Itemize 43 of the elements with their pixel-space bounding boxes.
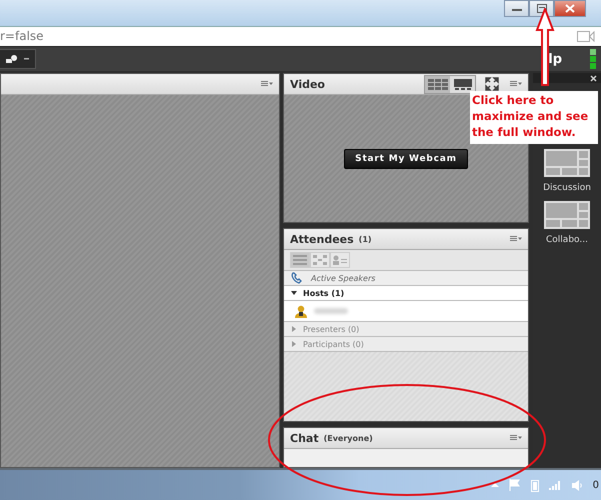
toolbar-button[interactable] [0, 49, 36, 70]
host-user-icon [294, 304, 308, 318]
attendee-count: (1) [358, 234, 372, 244]
address-text: r=false [0, 29, 45, 44]
show-hidden-icons-icon[interactable] [490, 482, 499, 488]
pod-title: Chat [290, 432, 319, 445]
pod-menu-icon[interactable] [261, 81, 273, 88]
layout-label[interactable]: Discussion [543, 183, 591, 194]
chat-scope: (Everyone) [324, 434, 373, 443]
pod-menu-icon[interactable] [510, 435, 522, 442]
start-webcam-button[interactable]: Start My Webcam [344, 148, 468, 169]
pod-menu-icon[interactable] [510, 236, 522, 242]
annotation-callout: Click here to maximize and see the full window. [470, 91, 598, 144]
group-label: Hosts (1) [303, 288, 344, 298]
collaboration-layout-thumbnail[interactable] [544, 201, 590, 230]
list-view-button[interactable] [290, 252, 310, 268]
close-icon[interactable] [590, 74, 597, 82]
single-view-button[interactable] [450, 76, 475, 93]
pod-menu-icon[interactable] [510, 81, 522, 88]
fullscreen-icon[interactable] [485, 77, 499, 92]
expander-icon [291, 290, 297, 296]
expander-icon [291, 326, 297, 332]
blurred-name [314, 308, 348, 314]
minimize-button[interactable] [504, 0, 529, 17]
maximize-icon [536, 4, 546, 13]
camera-icon [577, 30, 595, 42]
menu-label[interactable]: lp [548, 52, 562, 67]
clock-text: 0 [592, 480, 599, 491]
group-label: Participants (0) [303, 340, 364, 349]
breakout-view-button[interactable] [310, 252, 330, 268]
maximize-button[interactable] [529, 0, 554, 17]
active-speakers-label: Active Speakers [311, 274, 376, 283]
connection-meter-icon [590, 49, 596, 70]
pod-title: Attendees [290, 232, 354, 246]
close-icon [565, 4, 575, 13]
close-button[interactable] [554, 0, 586, 17]
person-view-button[interactable] [330, 252, 350, 268]
pod-title: Video [290, 78, 325, 91]
discussion-layout-thumbnail[interactable] [544, 149, 590, 178]
attendee-group-header[interactable]: Hosts (1) [284, 286, 528, 302]
expander-icon [291, 341, 297, 348]
group-label: Presenters (0) [303, 324, 360, 334]
layout-label[interactable]: Collabo... [546, 235, 588, 246]
